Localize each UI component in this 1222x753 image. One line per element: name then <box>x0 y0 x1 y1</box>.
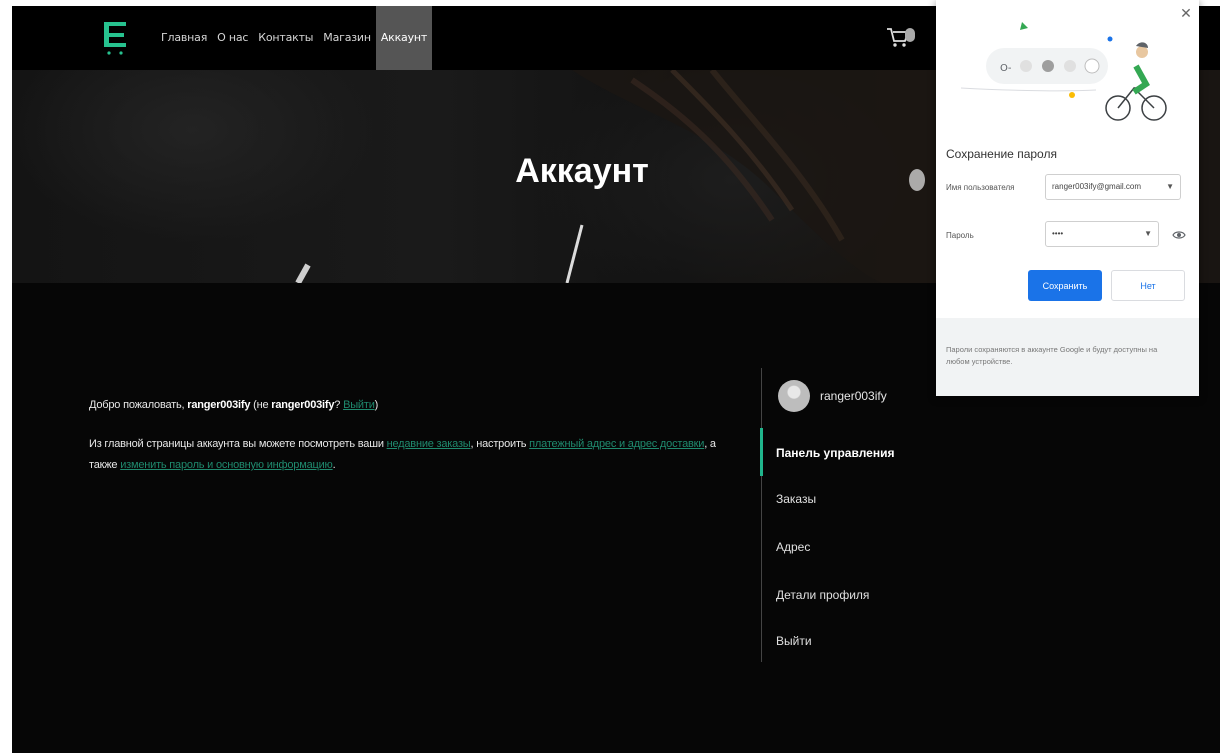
username-label: Имя пользователя <box>946 183 1015 192</box>
save-password-button[interactable]: Сохранить <box>1028 270 1102 301</box>
main-menu: Главная О нас Контакты Магазин Аккаунт <box>156 6 433 70</box>
sidebar-item-address[interactable]: Адрес <box>776 540 810 554</box>
username-value: ranger003ify@gmail.com <box>1052 182 1142 191</box>
nav-item-about[interactable]: О нас <box>212 6 253 70</box>
password-label: Пароль <box>946 231 974 240</box>
dialog-footer: Пароли сохраняются в аккаунте Google и б… <box>936 318 1199 396</box>
dialog-title: Сохранение пароля <box>946 147 1057 161</box>
welcome-username: ranger003ify <box>187 399 251 411</box>
sidebar-item-profile-details[interactable]: Детали профиля <box>776 588 869 602</box>
decline-button[interactable]: Нет <box>1111 270 1185 301</box>
close-icon[interactable]: ✕ <box>1179 6 1193 20</box>
password-select[interactable]: •••• ▼ <box>1045 221 1159 247</box>
welcome-not-username: ranger003ify <box>271 399 335 411</box>
avatar <box>778 380 810 412</box>
chevron-down-icon: ▼ <box>1166 182 1174 191</box>
nav-item-shop[interactable]: Магазин <box>318 6 376 70</box>
eye-icon[interactable] <box>1172 228 1186 242</box>
store-logo-icon[interactable] <box>100 16 130 56</box>
footer-text: Пароли сохраняются в аккаунте Google и б… <box>946 345 1158 366</box>
welcome-message: Добро пожаловать, ranger003ify (не range… <box>89 399 379 411</box>
account-sidebar: ranger003ify Панель управления Заказы Ад… <box>760 368 962 662</box>
username-select[interactable]: ranger003ify@gmail.com ▼ <box>1045 174 1181 200</box>
recent-orders-link[interactable]: недавние заказы <box>387 438 471 450</box>
nav-item-account[interactable]: Аккаунт <box>375 6 433 70</box>
account-intro-text: Из главной страницы аккаунта вы можете п… <box>89 438 716 471</box>
password-illustration: O‑ <box>960 22 1167 121</box>
nav-item-contacts[interactable]: Контакты <box>253 6 318 70</box>
sidebar-username: ranger003ify <box>820 389 887 403</box>
nav-item-home[interactable]: Главная <box>156 6 212 70</box>
edit-account-link[interactable]: изменить пароль и основную информацию <box>120 459 333 471</box>
welcome-logout-link[interactable]: Выйти <box>343 399 375 411</box>
active-indicator <box>760 428 763 476</box>
addresses-link[interactable]: платежный адрес и адрес доставки <box>529 438 704 450</box>
sidebar-item-orders[interactable]: Заказы <box>776 492 816 506</box>
svg-text:O‑: O‑ <box>1000 63 1012 74</box>
cart-count-badge <box>905 28 915 42</box>
password-value: •••• <box>1052 229 1064 238</box>
save-password-dialog: O‑ ✕ Сохранение пароля Имя пользователя … <box>936 0 1199 396</box>
sidebar-item-logout[interactable]: Выйти <box>776 634 812 648</box>
chevron-down-icon: ▼ <box>1144 229 1152 238</box>
sidebar-item-dashboard[interactable]: Панель управления <box>776 446 894 460</box>
